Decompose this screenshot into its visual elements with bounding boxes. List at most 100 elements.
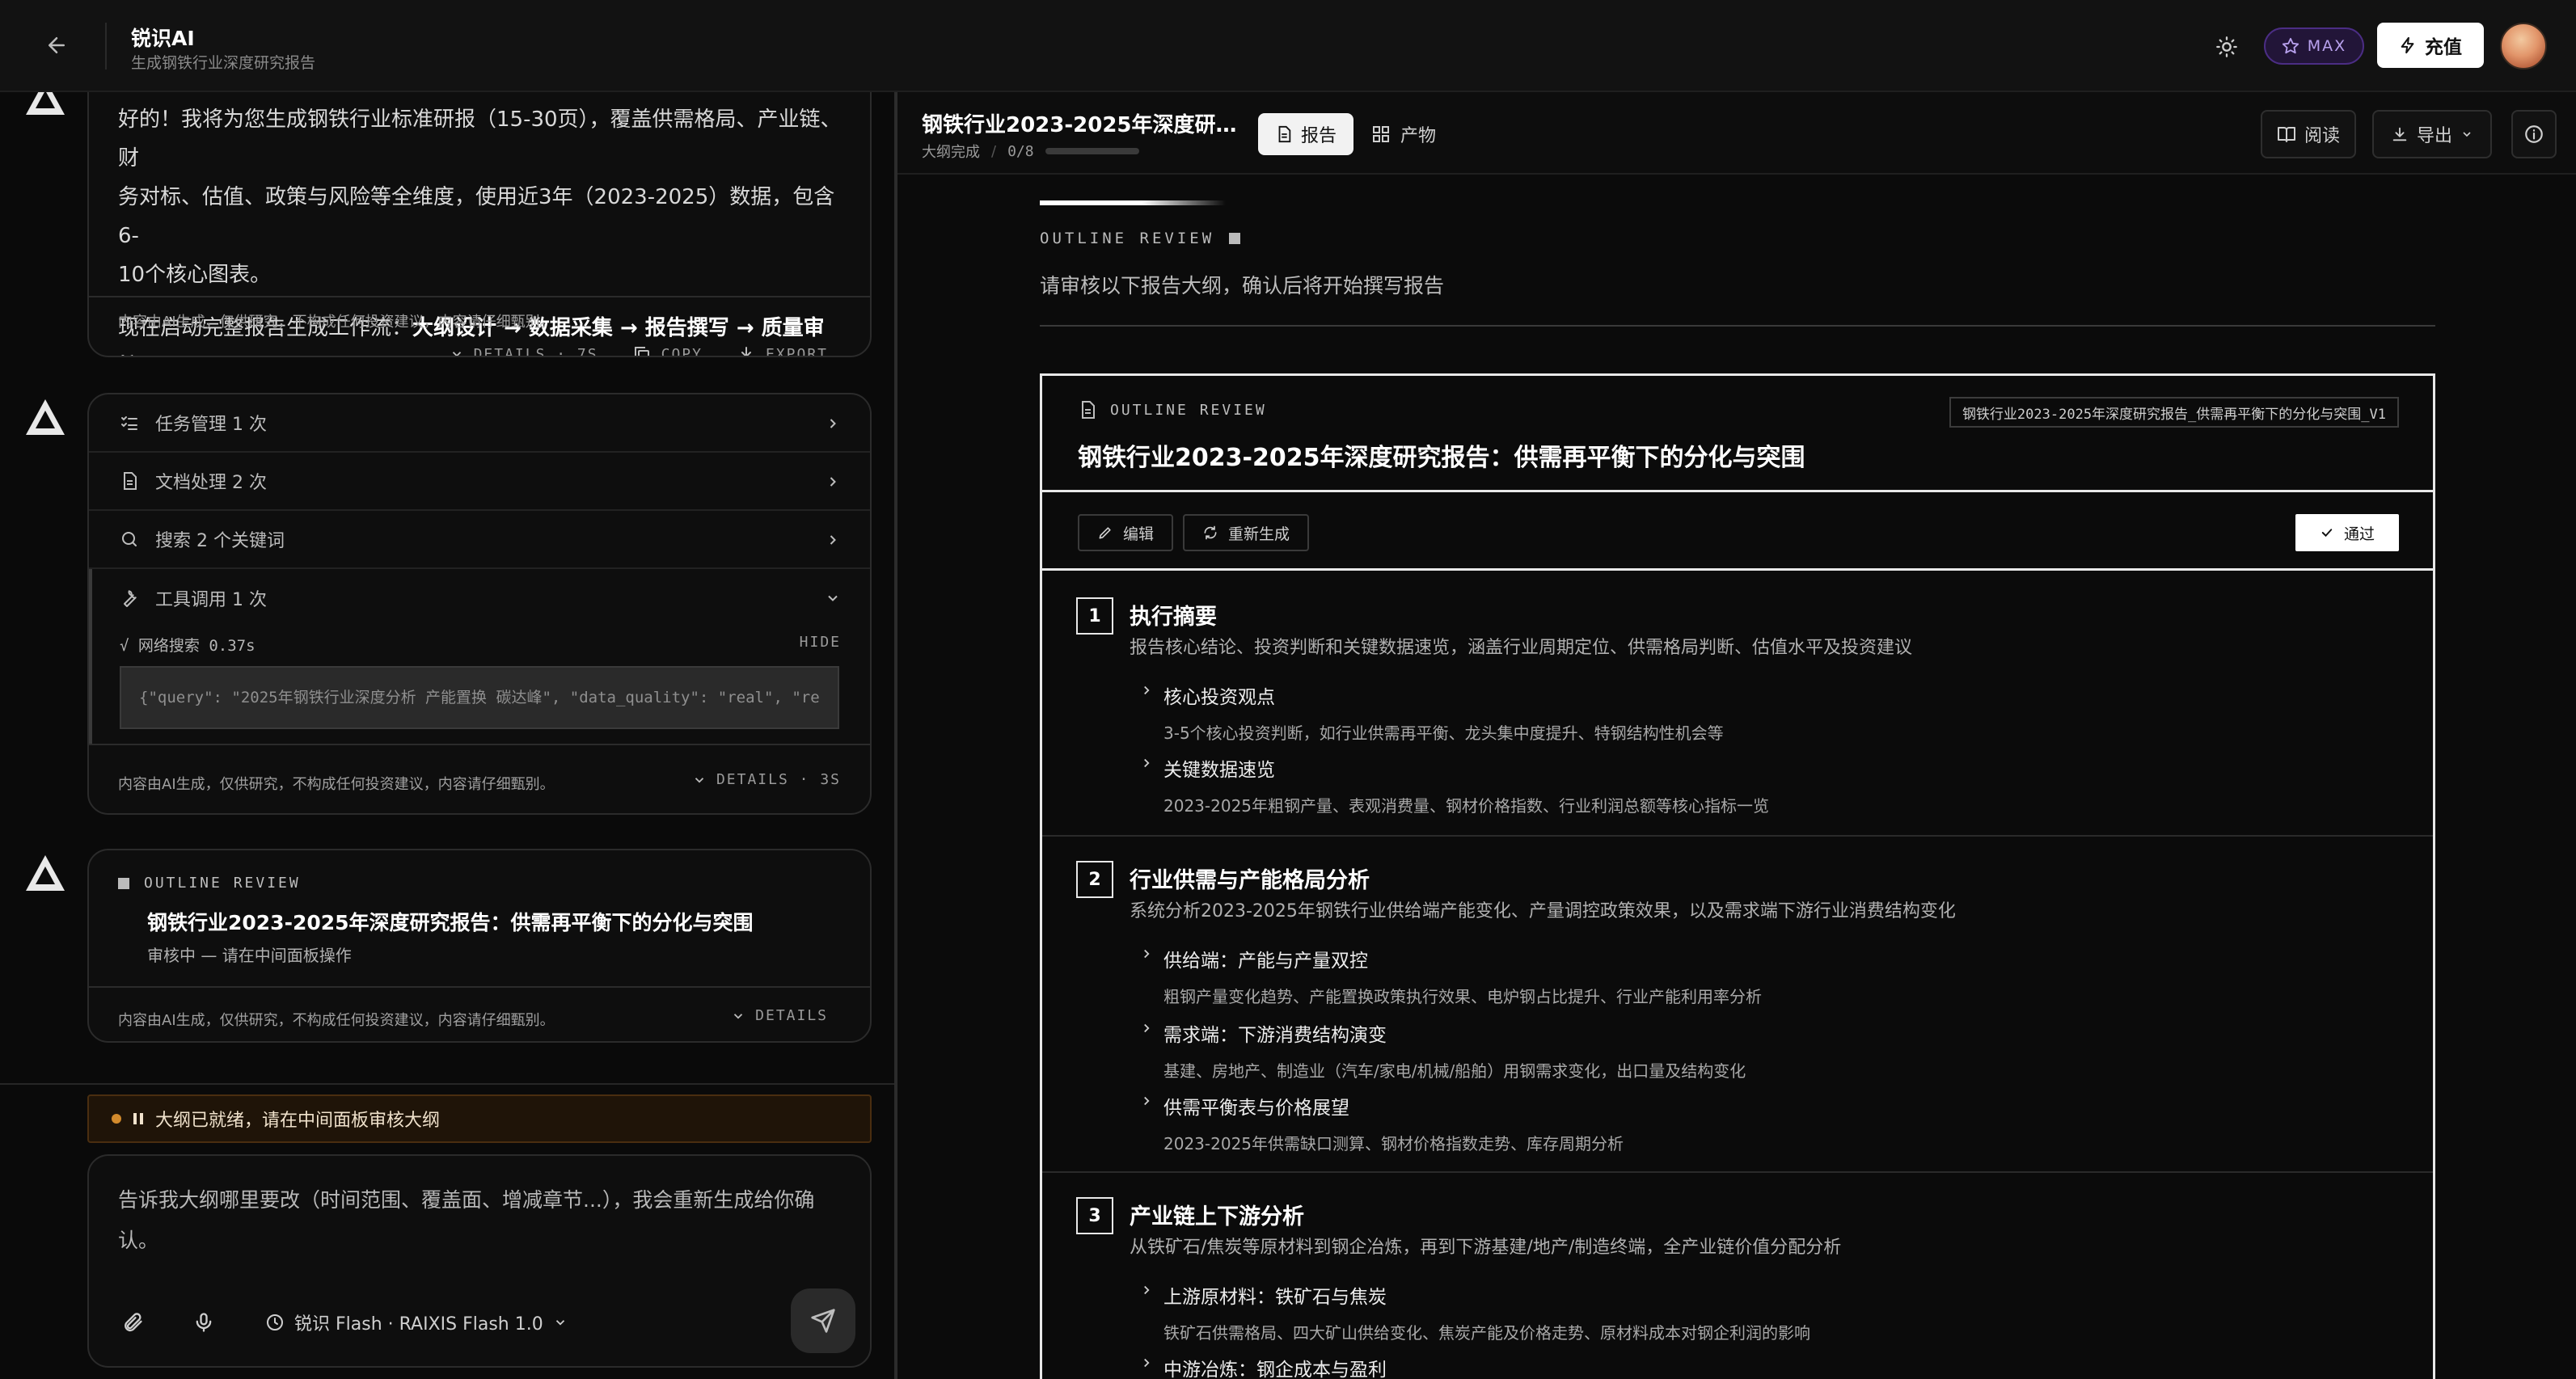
send-icon <box>811 1309 835 1333</box>
composer-input[interactable]: 告诉我大纲哪里要改（时间范围、覆盖面、增减章节...），我会重新生成给你确认。 <box>118 1180 830 1261</box>
section-title: 执行摘要 <box>1130 605 1217 630</box>
send-button[interactable] <box>791 1288 855 1353</box>
top-bar: 锐识AI 生成钢铁行业深度研究报告 MAX 充值 <box>0 0 2576 92</box>
composer-divider <box>0 1083 894 1085</box>
tool-row-task[interactable]: 任务管理 1 次 <box>89 394 870 453</box>
outline-card-title[interactable]: 钢铁行业2023-2025年深度研究报告：供需再平衡下的分化与突围 <box>147 907 754 936</box>
message-line: 10个核心图表。 <box>118 263 272 287</box>
section-number: 2 <box>1076 861 1113 898</box>
read-button[interactable]: 阅读 <box>2261 110 2356 158</box>
subsection: 需求端：下游消费结构演变 基建、房地产、制造业（汽车/家电/机械/船舶）用钢需求… <box>1144 1019 1746 1082</box>
version-tag: 钢铁行业2023-2025年深度研究报告_供需再平衡下的分化与突围_V1 <box>1949 397 2399 428</box>
message-composer: 告诉我大纲哪里要改（时间范围、覆盖面、增减章节...），我会重新生成给你确认。 … <box>87 1154 872 1368</box>
user-avatar[interactable] <box>2500 23 2547 70</box>
tool-row-toolcall[interactable]: 工具调用 1 次 <box>89 569 870 627</box>
attach-button[interactable] <box>116 1306 149 1339</box>
edit-button[interactable]: 编辑 <box>1078 514 1174 551</box>
regenerate-button[interactable]: 重新生成 <box>1183 514 1310 551</box>
search-icon <box>122 532 137 546</box>
model-selector[interactable]: 锐识 Flash · RAIXIS Flash 1.0 <box>265 1306 568 1339</box>
recharge-button[interactable]: 充值 <box>2377 23 2484 68</box>
subsection-description: 2023-2025年粗钢产量、表观消费量、钢材价格指数、行业利润总额等核心指标一… <box>1163 796 1770 816</box>
subsection-title: 核心投资观点 <box>1163 687 1275 708</box>
section-title: 产业链上下游分析 <box>1130 1204 1304 1229</box>
details-label: DETAILS · 3S <box>716 771 841 788</box>
outline-kicker: OUTLINE REVIEW <box>144 875 301 892</box>
tab-report[interactable]: 报告 <box>1258 113 1353 155</box>
divider <box>89 986 870 988</box>
chevron-down-icon <box>695 777 704 783</box>
task-list-icon <box>121 416 137 430</box>
report-title: 钢铁行业2023-2025年深度研究报告：供需再平衡下的分化与突围 <box>922 113 1245 137</box>
max-plan-badge[interactable]: MAX <box>2264 27 2364 65</box>
approve-button[interactable]: 通过 <box>2295 514 2399 551</box>
tool-row-document[interactable]: 文档处理 2 次 <box>89 453 870 511</box>
clock-icon <box>267 1314 283 1331</box>
section-title: 行业供需与产能格局分析 <box>1130 868 1370 893</box>
subsection-title: 上游原材料：铁矿石与焦炭 <box>1163 1287 1387 1308</box>
assistant-message-2: 任务管理 1 次 文档处理 2 次 搜索 2 个关键词 工具调用 1 次 √ 网… <box>87 393 872 815</box>
download-icon <box>2392 127 2407 141</box>
edit-label: 编辑 <box>1123 525 1155 543</box>
tool-indent-bar <box>89 569 92 744</box>
section-description: 系统分析2023-2025年钢铁行业供给端产能变化、产量调控政策效果，以及需求端… <box>1130 901 1956 921</box>
back-button[interactable] <box>37 29 76 61</box>
outline-section: 1 执行摘要 报告核心结论、投资判断和关键数据速览，涵盖行业周期定位、供需格局判… <box>1042 573 2433 837</box>
progress-text: 0/8 <box>1007 142 1034 160</box>
subsection-title: 供需平衡表与价格展望 <box>1163 1098 1349 1119</box>
divider <box>1040 325 2435 327</box>
details-label: DETAILS · 7S <box>473 345 598 357</box>
separator: / <box>991 142 997 160</box>
chevron-right-icon <box>1144 1285 1150 1295</box>
subsection: 中游冶炼：钢企成本与盈利 <box>1144 1354 1387 1379</box>
details-toggle[interactable]: DETAILS · 3S <box>692 771 841 788</box>
details-toggle[interactable]: DETAILS · 7S <box>450 345 598 357</box>
hide-button[interactable]: HIDE <box>800 634 841 651</box>
outline-title: 钢铁行业2023-2025年深度研究报告：供需再平衡下的分化与突围 <box>1078 444 1805 472</box>
subsection-description: 3-5个核心投资判断，如行业供需再平衡、龙头集中度提升、特钢结构性机会等 <box>1163 723 1724 743</box>
square-icon <box>1229 233 1241 244</box>
subsection: 上游原材料：铁矿石与焦炭 铁矿石供需格局、四大矿山供给变化、焦炭产能及价格走势、… <box>1144 1281 1810 1343</box>
tool-label: 工具调用 1 次 <box>155 590 267 610</box>
info-button[interactable] <box>2511 110 2557 158</box>
subsection-description: 基建、房地产、制造业（汽车/家电/机械/船舶）用钢需求变化，出口量及结构变化 <box>1163 1061 1746 1081</box>
chevron-right-icon <box>830 477 836 487</box>
subsection: 供给端：产能与产量双控 粗钢产量变化趋势、产能置换政策执行效果、电炉钢占比提升、… <box>1144 945 1762 1007</box>
book-icon <box>2277 127 2295 142</box>
tab-artifacts[interactable]: 产物 <box>1371 113 1436 155</box>
tool-label: 任务管理 1 次 <box>155 415 267 435</box>
wrench-icon <box>124 590 137 607</box>
export-button[interactable]: EXPORT <box>737 344 828 356</box>
pencil-icon <box>1099 527 1111 539</box>
chevron-down-icon <box>734 1013 743 1019</box>
divider <box>89 744 870 745</box>
tool-row-search[interactable]: 搜索 2 个关键词 <box>89 511 870 569</box>
microphone-icon <box>196 1313 212 1332</box>
sun-icon <box>2216 36 2237 57</box>
workflow-suffix: 。 <box>139 355 160 356</box>
ai-disclaimer: 内容由AI生成，仅供研究，不构成任何投资建议，内容请仔细甄别。 <box>118 1012 555 1029</box>
ai-disclaimer: 内容由AI生成，仅供研究，不构成任何投资建议，内容请仔细甄别。 <box>118 776 555 793</box>
status-text: 大纲已就绪，请在中间面板审核大纲 <box>155 1111 441 1131</box>
voice-button[interactable] <box>188 1306 220 1339</box>
paperclip-icon <box>125 1313 142 1332</box>
app-title: 锐识AI <box>131 27 195 50</box>
theme-toggle-button[interactable] <box>2211 31 2243 63</box>
outline-section: 2 行业供需与产能格局分析 系统分析2023-2025年钢铁行业供给端产能变化、… <box>1042 837 2433 1173</box>
recharge-label: 充值 <box>2425 37 2462 58</box>
export-dropdown[interactable]: 导出 <box>2372 110 2492 158</box>
subsection-title: 中游冶炼：钢企成本与盈利 <box>1163 1360 1387 1379</box>
chevron-right-icon <box>1144 1358 1150 1368</box>
subsection-title: 供给端：产能与产量双控 <box>1163 951 1368 972</box>
title-divider <box>105 23 107 70</box>
ai-disclaimer: 内容由AI生成，仅供研究，不构成任何投资建议，内容请仔细甄别。 <box>118 314 555 331</box>
document-icon <box>1278 125 1291 143</box>
pause-icon <box>133 1113 143 1124</box>
details-toggle[interactable]: DETAILS <box>731 1007 828 1024</box>
tool-output-block: {"query": "2025年钢铁行业深度分析 产能置换 碳达峰", "dat… <box>120 666 839 729</box>
copy-button[interactable]: COPY <box>632 344 703 356</box>
copy-icon <box>634 347 649 356</box>
section-description: 报告核心结论、投资判断和关键数据速览，涵盖行业周期定位、供需格局判断、估值水平及… <box>1130 638 1913 658</box>
section-number: 1 <box>1076 597 1113 635</box>
read-label: 阅读 <box>2304 126 2340 146</box>
